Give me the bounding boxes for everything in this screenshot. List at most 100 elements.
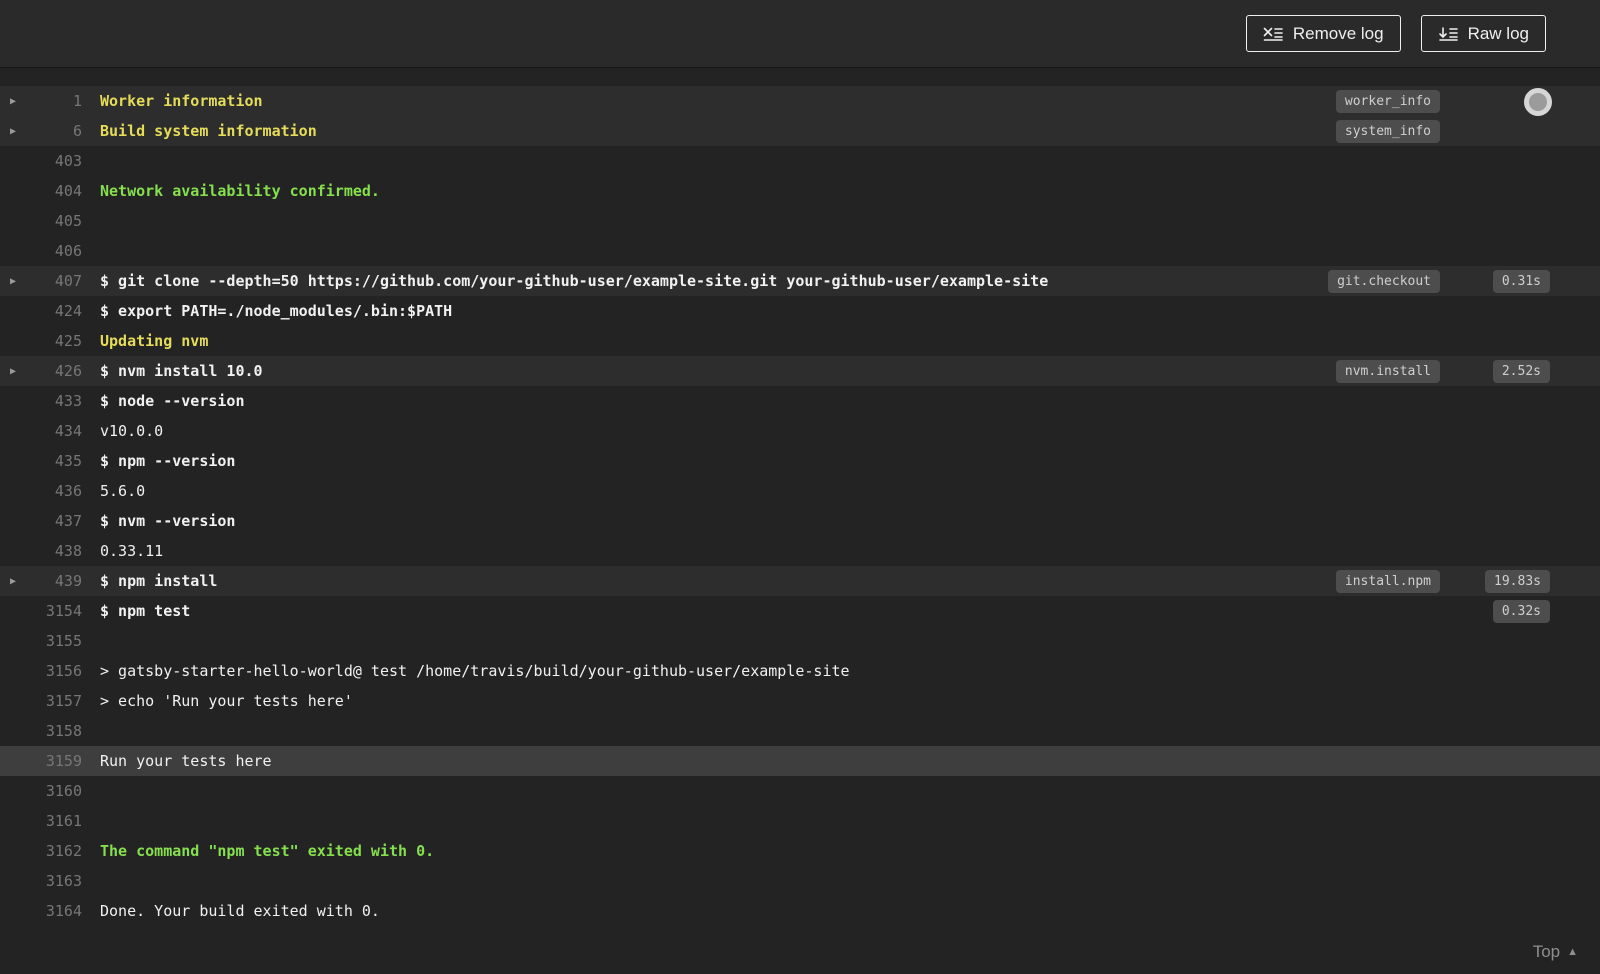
- log-text: $ nvm --version: [100, 512, 236, 530]
- fold-name-badge: worker_info: [1335, 89, 1440, 113]
- log-text: Build system information: [100, 122, 317, 140]
- line-number[interactable]: 3159: [30, 752, 82, 770]
- line-number[interactable]: 3162: [30, 842, 82, 860]
- log-text: > gatsby-starter-hello-world@ test /home…: [100, 662, 850, 680]
- log-line: ▶ 426 $ nvm install 10.0 nvm.install 2.5…: [0, 356, 1600, 386]
- log-line: 3162 The command "npm test" exited with …: [0, 836, 1600, 866]
- log-line: 404 Network availability confirmed.: [0, 176, 1600, 206]
- log-line: ▶ 6 Build system information system_info: [0, 116, 1600, 146]
- raw-log-label: Raw log: [1467, 24, 1529, 43]
- duration-badge: 19.83s: [1485, 569, 1550, 593]
- line-number[interactable]: 3155: [30, 632, 82, 650]
- line-number[interactable]: 437: [30, 512, 82, 530]
- line-number[interactable]: 435: [30, 452, 82, 470]
- log-line: 438 0.33.11: [0, 536, 1600, 566]
- log-line: 425 Updating nvm: [0, 326, 1600, 356]
- line-number[interactable]: 3158: [30, 722, 82, 740]
- duration-slot: 0.32s: [1466, 599, 1550, 623]
- fold-arrow-icon[interactable]: ▶: [0, 96, 30, 107]
- log-line: ▶ 1 Worker information worker_info: [0, 86, 1600, 116]
- remove-log-label: Remove log: [1292, 24, 1384, 43]
- fold-arrow-icon[interactable]: ▶: [0, 126, 30, 137]
- line-number[interactable]: 404: [30, 182, 82, 200]
- log-text: 0.33.11: [100, 542, 164, 560]
- remove-log-button[interactable]: Remove log: [1245, 15, 1401, 52]
- fold-arrow-icon[interactable]: ▶: [0, 366, 30, 377]
- log-text: Worker information: [100, 92, 263, 110]
- log-line: 3156 > gatsby-starter-hello-world@ test …: [0, 656, 1600, 686]
- log-line: 433 $ node --version: [0, 386, 1600, 416]
- line-number[interactable]: 405: [30, 212, 82, 230]
- line-number[interactable]: 406: [30, 242, 82, 260]
- log-text: > echo 'Run your tests here': [100, 692, 353, 710]
- fold-name-badge: git.checkout: [1328, 269, 1440, 293]
- log-text: Network availability confirmed.: [100, 182, 380, 200]
- line-number[interactable]: 439: [30, 572, 82, 590]
- line-number[interactable]: 403: [30, 152, 82, 170]
- log-line: 3160: [0, 776, 1600, 806]
- build-log: ▶ 1 Worker information worker_info ▶ 6 B…: [0, 68, 1600, 926]
- duration-slot: 19.83s: [1466, 569, 1550, 593]
- scroll-top-label: Top: [1532, 942, 1561, 961]
- fold-arrow-icon[interactable]: ▶: [0, 276, 30, 287]
- fold-name-badge: system_info: [1335, 119, 1440, 143]
- log-line: 403: [0, 146, 1600, 176]
- line-number[interactable]: 6: [30, 122, 82, 140]
- log-text: Run your tests here: [100, 752, 272, 770]
- line-number[interactable]: 424: [30, 302, 82, 320]
- log-line: 3161: [0, 806, 1600, 836]
- log-line: 437 $ nvm --version: [0, 506, 1600, 536]
- log-line: ▶ 407 $ git clone --depth=50 https://git…: [0, 266, 1600, 296]
- log-line: 405: [0, 206, 1600, 236]
- line-number[interactable]: 1: [30, 92, 82, 110]
- line-number[interactable]: 3156: [30, 662, 82, 680]
- log-line: 3158: [0, 716, 1600, 746]
- line-number[interactable]: 425: [30, 332, 82, 350]
- log-line: 3159 Run your tests here: [0, 746, 1600, 776]
- duration-badge: 2.52s: [1492, 359, 1550, 383]
- fold-name-badge: nvm.install: [1335, 359, 1440, 383]
- log-text: The command "npm test" exited with 0.: [100, 842, 435, 860]
- log-text: $ git clone --depth=50 https://github.co…: [100, 272, 1049, 290]
- log-line: 3154 $ npm test 0.32s: [0, 596, 1600, 626]
- log-text: 5.6.0: [100, 482, 146, 500]
- duration-badge: 0.31s: [1492, 269, 1550, 293]
- line-number[interactable]: 3160: [30, 782, 82, 800]
- log-text: $ nvm install 10.0: [100, 362, 263, 380]
- line-number[interactable]: 3164: [30, 902, 82, 920]
- fold-arrow-icon[interactable]: ▶: [0, 576, 30, 587]
- fold-name-badge: install.npm: [1335, 569, 1440, 593]
- log-line: 3163: [0, 866, 1600, 896]
- raw-log-button[interactable]: Raw log: [1420, 15, 1546, 52]
- log-line: 424 $ export PATH=./node_modules/.bin:$P…: [0, 296, 1600, 326]
- scroll-top-link[interactable]: Top ▲: [1533, 942, 1578, 962]
- line-number[interactable]: 434: [30, 422, 82, 440]
- line-number[interactable]: 3157: [30, 692, 82, 710]
- line-number[interactable]: 438: [30, 542, 82, 560]
- line-number[interactable]: 407: [30, 272, 82, 290]
- log-text: $ npm --version: [100, 452, 236, 470]
- log-line: 3164 Done. Your build exited with 0.: [0, 896, 1600, 926]
- scroll-to-top-fab[interactable]: [1524, 88, 1552, 116]
- log-text: Updating nvm: [100, 332, 209, 350]
- log-line: 3157 > echo 'Run your tests here': [0, 686, 1600, 716]
- log-line: ▶ 439 $ npm install install.npm 19.83s: [0, 566, 1600, 596]
- log-text: Done. Your build exited with 0.: [100, 902, 380, 920]
- raw-log-icon: [1438, 26, 1458, 41]
- log-line: 434 v10.0.0: [0, 416, 1600, 446]
- line-number[interactable]: 436: [30, 482, 82, 500]
- log-line: 435 $ npm --version: [0, 446, 1600, 476]
- log-toolbar: Remove log Raw log: [0, 0, 1600, 68]
- line-number[interactable]: 3154: [30, 602, 82, 620]
- duration-slot: 2.52s: [1466, 359, 1550, 383]
- log-line: 3155: [0, 626, 1600, 656]
- log-text: $ export PATH=./node_modules/.bin:$PATH: [100, 302, 453, 320]
- duration-badge: 0.32s: [1492, 599, 1550, 623]
- log-line: 436 5.6.0: [0, 476, 1600, 506]
- line-number[interactable]: 3163: [30, 872, 82, 890]
- line-number[interactable]: 3161: [30, 812, 82, 830]
- duration-slot: 0.31s: [1466, 269, 1550, 293]
- line-number[interactable]: 433: [30, 392, 82, 410]
- log-line: 406: [0, 236, 1600, 266]
- line-number[interactable]: 426: [30, 362, 82, 380]
